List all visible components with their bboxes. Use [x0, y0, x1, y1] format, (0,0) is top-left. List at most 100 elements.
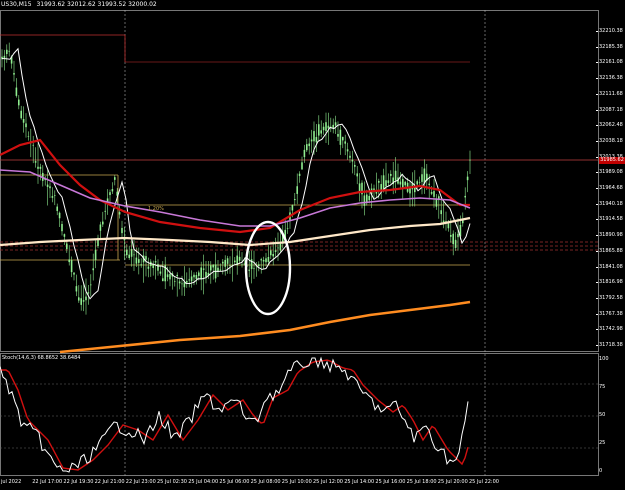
chart-window[interactable]: 1.20% US30,M15 31993.62 32012.62 31993.5… — [0, 0, 625, 490]
candle-body — [159, 271, 162, 274]
candle-body — [327, 125, 330, 129]
candle-body — [188, 279, 190, 281]
ma-orange-line — [59, 300, 471, 354]
candle-body — [433, 191, 435, 197]
time-tick-label: 25 Jul 04:00 — [188, 479, 219, 485]
candle-body — [66, 243, 68, 250]
candle-body — [469, 159, 471, 161]
candle-body — [92, 268, 94, 271]
price-tick-label: 31865.88 — [596, 247, 623, 254]
candle-body — [234, 260, 236, 263]
candle-body — [78, 297, 80, 301]
candle-body — [368, 195, 370, 201]
candle-body — [6, 49, 8, 54]
candle-body — [248, 269, 250, 271]
chart-canvas[interactable]: 1.20% — [0, 0, 625, 490]
candle-body — [286, 228, 289, 229]
candle-body — [277, 247, 279, 249]
candle-body — [322, 126, 325, 131]
candle-body — [382, 175, 385, 191]
price-axis[interactable]: 32210.38 32185.38 32161.08 32136.38 32111.68… — [596, 0, 625, 352]
candle-body — [229, 265, 231, 267]
price-tick-label: 32210.38 — [596, 28, 623, 34]
candle-body — [27, 136, 30, 137]
candle-body — [154, 261, 157, 263]
candle-body — [198, 272, 200, 276]
candle-body — [267, 257, 270, 262]
candle-body — [378, 180, 380, 183]
candle-body — [13, 73, 15, 75]
time-axis[interactable]: jul 2022 22 Jul 17:00 22 Jul 19:30 22 Jul 2… — [0, 476, 600, 490]
candle-body — [447, 223, 450, 229]
candle-body — [58, 212, 61, 219]
candle-body — [80, 298, 82, 305]
price-tick-label: 32136.38 — [596, 75, 623, 82]
candle-body — [272, 253, 274, 257]
candle-body — [440, 210, 442, 215]
candle-body — [90, 284, 92, 286]
candle-body — [70, 260, 73, 273]
candle-body — [157, 264, 159, 271]
candle-body — [37, 166, 39, 169]
candle-body — [346, 149, 349, 152]
candle-body — [75, 286, 78, 292]
candle-body — [274, 250, 277, 252]
candle-body — [145, 256, 147, 260]
candle-body — [102, 221, 104, 225]
candle-body — [320, 130, 322, 134]
price-tick-label: 32111.68 — [596, 90, 623, 97]
candle-body — [87, 292, 90, 294]
stoch-main-line — [0, 356, 469, 473]
candle-body — [118, 212, 121, 215]
candle-body — [351, 159, 354, 162]
candle-body — [34, 161, 37, 163]
time-tick-label: 25 Jul 06:00 — [219, 479, 250, 485]
candle-body — [337, 134, 339, 137]
candle-body — [325, 122, 327, 132]
candle-body — [421, 174, 423, 182]
time-tick-label: 22 Jul 17:00 — [32, 479, 63, 485]
candle-body — [85, 296, 87, 301]
candle-body — [104, 210, 106, 212]
candle-body — [241, 264, 243, 266]
candle-body — [46, 184, 49, 187]
candle-body — [99, 224, 102, 231]
price-tick-label: 31989.08 — [596, 169, 623, 176]
candle-body — [169, 273, 171, 280]
candle-body — [54, 195, 56, 196]
candle-body — [334, 122, 337, 126]
highlight-circle — [244, 220, 292, 316]
symbol-label: US30,M15 — [1, 1, 32, 8]
candle-body — [354, 164, 356, 167]
time-tick-label: 25 Jul 22:00 — [469, 479, 499, 485]
time-tick-label: 25 Jul 18:00 — [406, 479, 437, 485]
candle-body — [253, 268, 255, 269]
candle-body — [200, 267, 202, 280]
price-tick-label: 31841.08 — [596, 263, 623, 270]
price-tick-label: 31890.98 — [596, 232, 623, 239]
osc-tick-label: 0 — [599, 468, 603, 474]
price-tick-label: 31742.98 — [596, 326, 623, 333]
oscillator-label: Stoch(14,6,3) 68.8652 38.6484 — [2, 355, 81, 361]
candle-body — [176, 274, 178, 277]
osc-tick-label: 50 — [599, 412, 606, 418]
candle-body — [224, 259, 226, 267]
candle-body — [258, 264, 260, 267]
candles-group — [1, 42, 471, 315]
candle-body — [205, 271, 207, 278]
osc-tick-label: 25 — [599, 440, 606, 446]
candle-body — [181, 283, 183, 285]
candle-body — [385, 180, 387, 187]
oscillator-axis[interactable]: 100 75 50 25 0 — [599, 354, 625, 474]
candle-body — [49, 186, 51, 189]
candle-body — [186, 280, 188, 283]
osc-tick-label: 100 — [599, 356, 609, 362]
price-tick-label: 32161.08 — [596, 59, 623, 66]
candle-body — [339, 129, 342, 145]
candle-body — [452, 233, 454, 245]
candle-body — [279, 243, 282, 251]
candle-body — [454, 239, 457, 248]
candle-body — [418, 182, 421, 183]
candle-body — [111, 189, 114, 192]
price-tick-label: 31940.18 — [596, 200, 623, 207]
